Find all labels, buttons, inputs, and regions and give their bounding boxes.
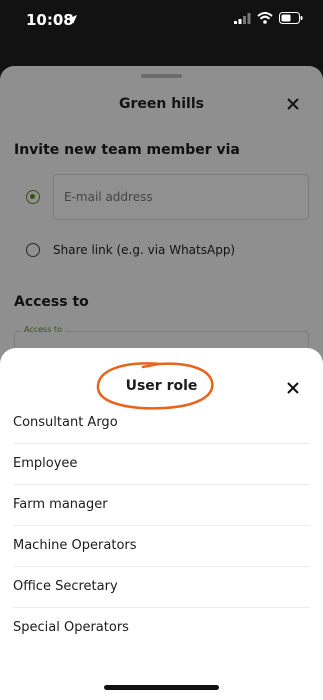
role-item-machine-operators[interactable]: Machine Operators <box>13 526 310 567</box>
close-icon[interactable] <box>285 380 301 396</box>
wifi-icon <box>257 12 273 24</box>
user-role-sheet: User role Consultant Argo Employee Farm … <box>0 348 323 700</box>
role-list: Consultant Argo Employee Farm manager Ma… <box>13 403 310 648</box>
role-item-office-secretary[interactable]: Office Secretary <box>13 567 310 608</box>
user-role-title: User role <box>125 378 198 394</box>
cellular-signal-icon <box>234 12 251 24</box>
role-item-consultant-argo[interactable]: Consultant Argo <box>13 403 310 444</box>
status-icons <box>234 12 303 24</box>
role-item-farm-manager[interactable]: Farm manager <box>13 485 310 526</box>
role-item-employee[interactable]: Employee <box>13 444 310 485</box>
battery-icon <box>279 12 303 24</box>
home-indicator <box>104 685 219 690</box>
location-arrow-icon <box>68 15 77 24</box>
role-item-special-operators[interactable]: Special Operators <box>13 608 310 648</box>
status-bar: 10:08 <box>0 0 323 44</box>
